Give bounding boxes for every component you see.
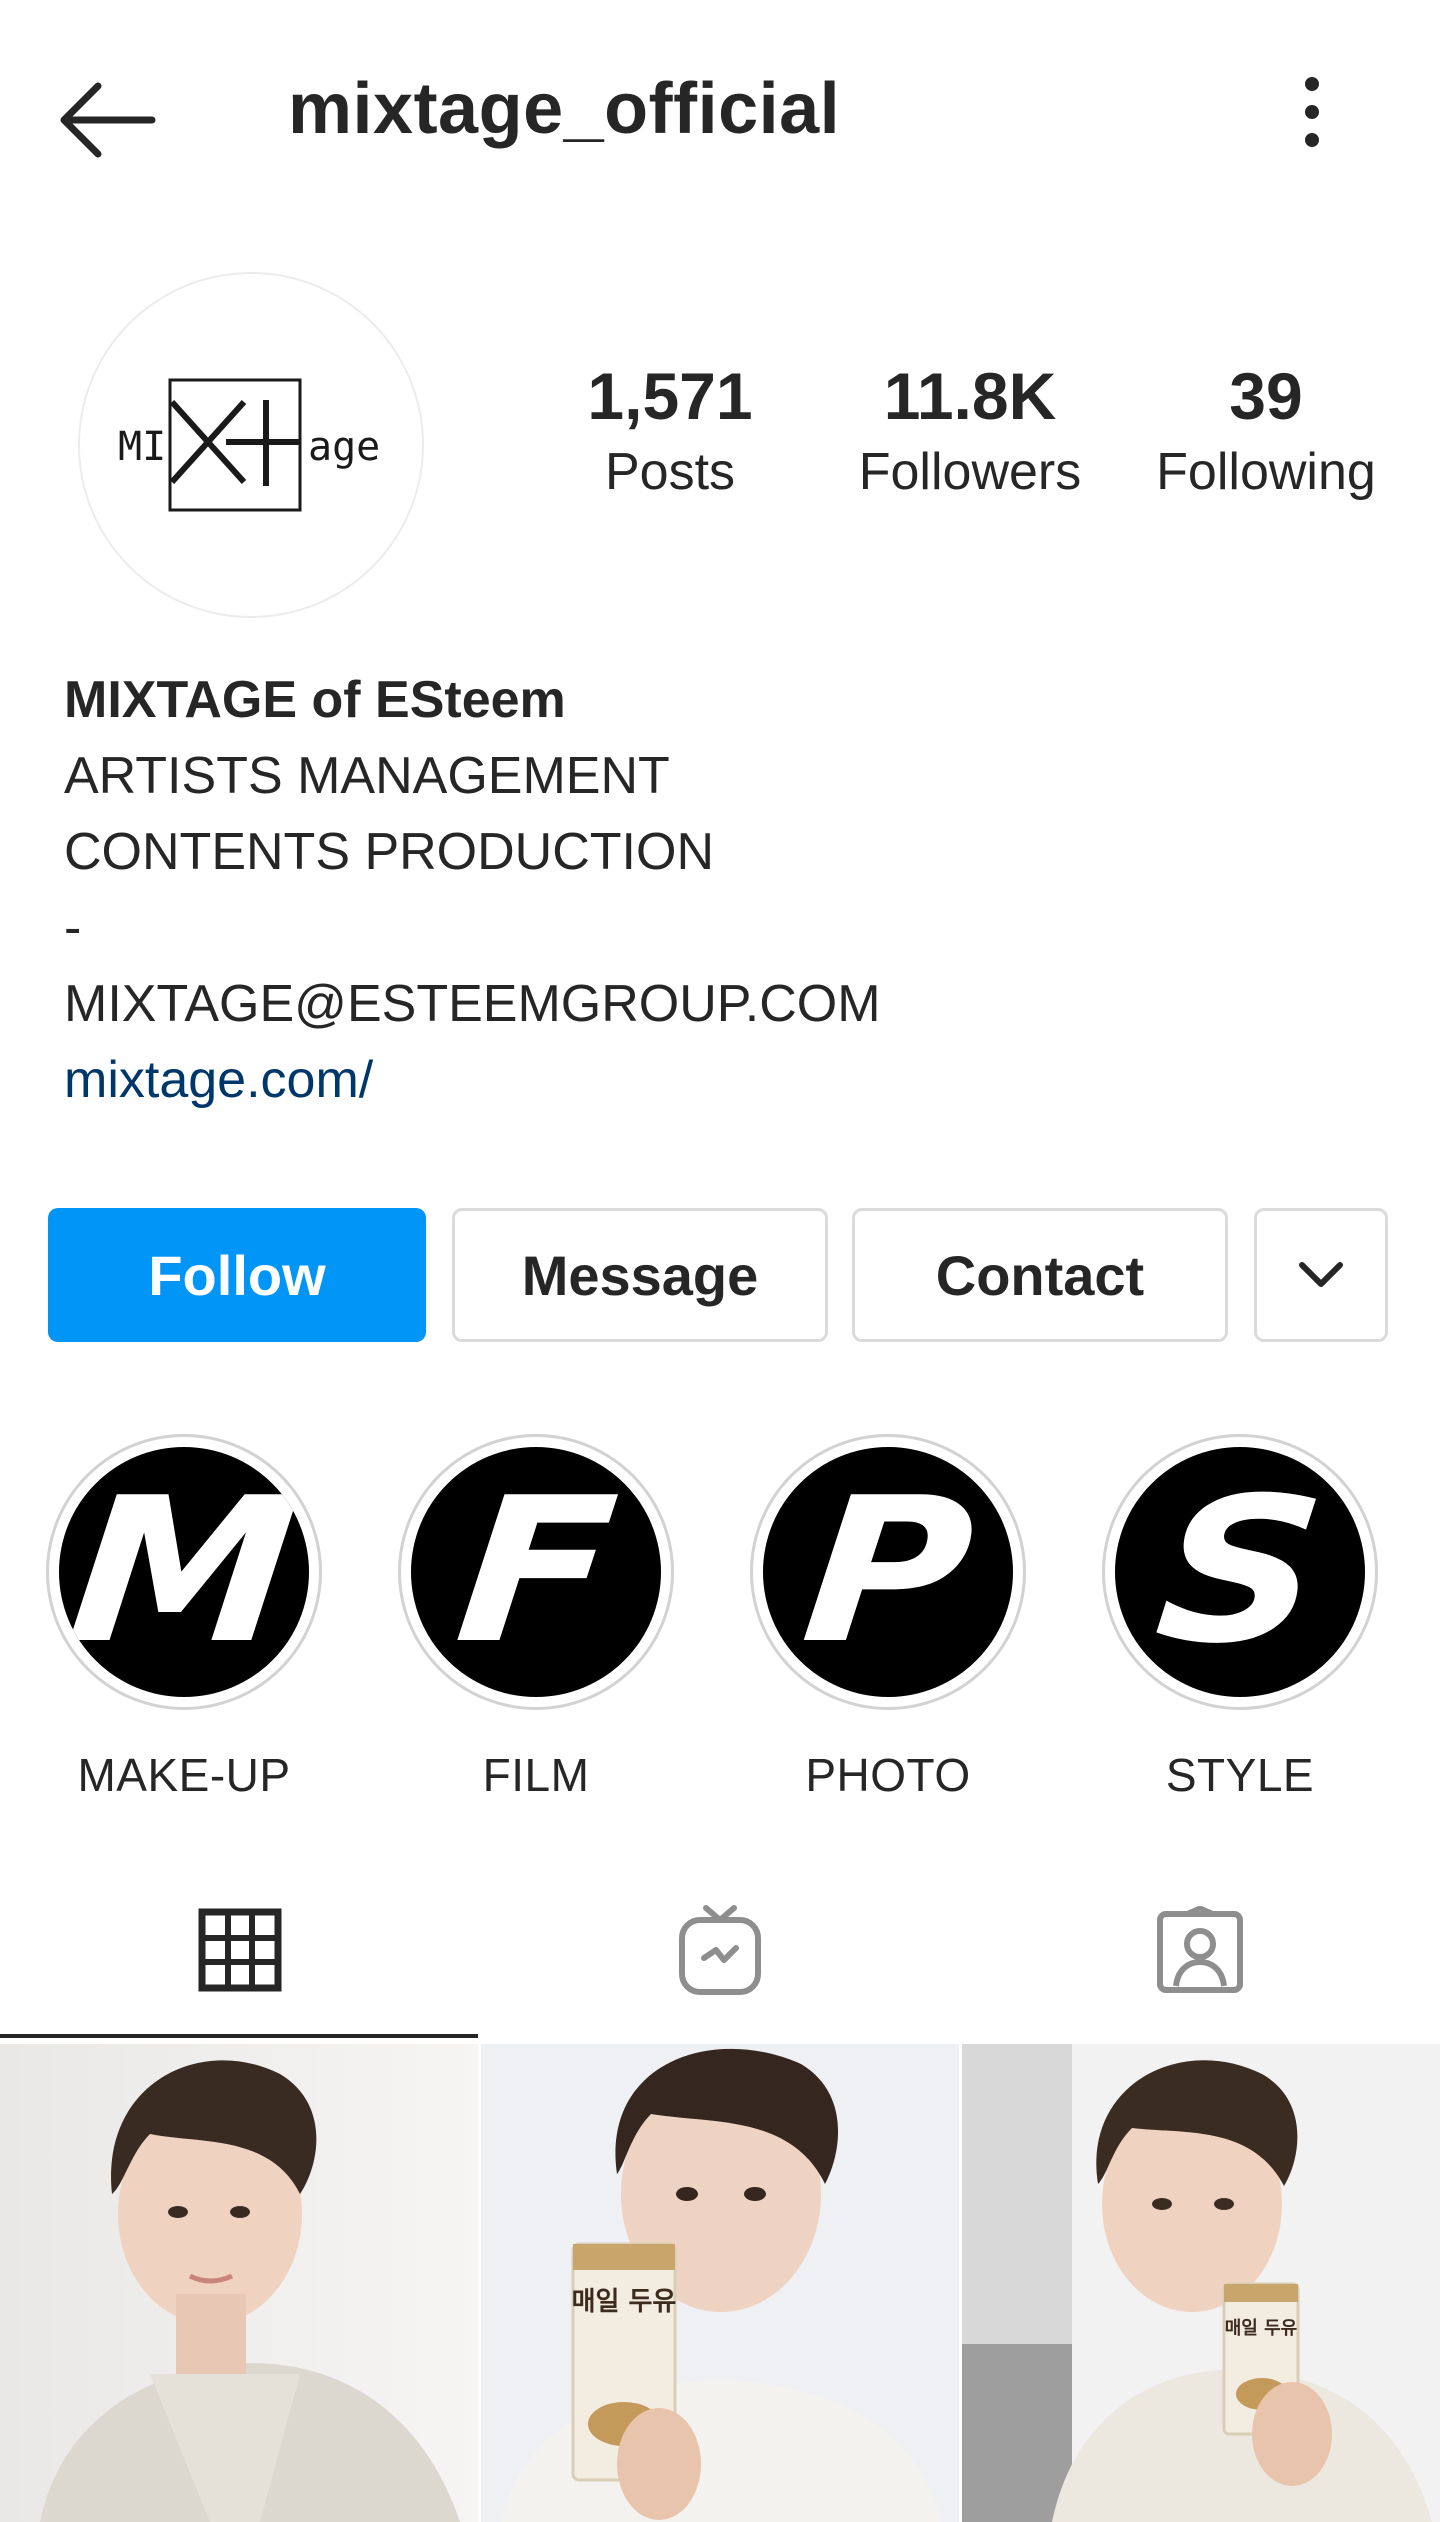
- logo-text-right: age: [308, 424, 380, 470]
- highlight-film[interactable]: F FILM: [396, 1434, 676, 1802]
- product-label: 매일 두유: [572, 2287, 677, 2317]
- highlight-photo[interactable]: P PHOTO: [748, 1434, 1028, 1802]
- chevron-down-icon: [1299, 1262, 1343, 1287]
- profile-avatar[interactable]: MI age: [78, 272, 424, 618]
- posts-grid: 매일 두유 매일 두유: [0, 2044, 1440, 2522]
- highlight-makeup[interactable]: M MAKE-UP: [44, 1434, 324, 1802]
- profile-tabs: [0, 1860, 1440, 2040]
- active-tab-indicator: [0, 2034, 478, 2038]
- highlight-letter: F: [447, 1455, 625, 1688]
- highlight-letter: S: [1147, 1455, 1333, 1688]
- highlight-letter: P: [793, 1455, 983, 1688]
- logo-text-left: MI: [118, 424, 166, 470]
- highlight-cover: P: [763, 1447, 1013, 1697]
- bio-website-link[interactable]: mixtage.com/: [64, 1042, 1364, 1118]
- highlight-cover: S: [1115, 1447, 1365, 1697]
- more-vertical-icon[interactable]: [1288, 72, 1336, 156]
- stat-posts-label: Posts: [604, 442, 736, 501]
- highlight-ring: P: [750, 1434, 1026, 1710]
- highlight-ring: F: [398, 1434, 674, 1710]
- tagged-user-icon: [1157, 1906, 1243, 1993]
- stat-followers-value: 11.8K: [883, 359, 1057, 433]
- post-thumbnail[interactable]: [0, 2044, 478, 2522]
- bio-line: -: [64, 899, 82, 957]
- mixtage-logo: MI age: [118, 378, 380, 512]
- tab-posts-grid[interactable]: [0, 1860, 480, 2040]
- profile-stats: 1,571 Posts 11.8K Followers 39 Following: [530, 360, 1390, 540]
- stat-following-value: 39: [1229, 359, 1303, 433]
- profile-username: mixtage_official: [288, 69, 841, 149]
- stat-followers[interactable]: 11.8K Followers: [830, 360, 1110, 507]
- stat-following[interactable]: 39 Following: [1126, 360, 1406, 507]
- highlight-label: PHOTO: [805, 1749, 971, 1801]
- highlight-cover: M: [59, 1447, 309, 1697]
- highlight-ring: M: [46, 1434, 322, 1710]
- grid-icon: [198, 1908, 282, 1992]
- tab-tagged[interactable]: [960, 1860, 1440, 2040]
- stat-posts-value: 1,571: [587, 359, 753, 433]
- top-bar: mixtage_official: [0, 0, 1440, 240]
- profile-display-name: MIXTAGE of ESteem: [64, 671, 566, 729]
- product-label: 매일 두유: [1225, 2318, 1298, 2339]
- post-image: 매일 두유: [481, 2044, 959, 2522]
- highlight-label: STYLE: [1165, 1749, 1315, 1801]
- stat-posts[interactable]: 1,571 Posts: [530, 360, 810, 507]
- highlight-ring: S: [1102, 1434, 1378, 1710]
- contact-button[interactable]: Contact: [852, 1208, 1228, 1342]
- post-thumbnail[interactable]: 매일 두유: [481, 2044, 959, 2522]
- highlight-cover: F: [411, 1447, 661, 1697]
- bio-line: CONTENTS PRODUCTION: [64, 823, 714, 881]
- follow-button[interactable]: Follow: [48, 1208, 426, 1342]
- highlight-letter: M: [60, 1455, 308, 1688]
- profile-bio: MIXTAGE of ESteem ARTISTS MANAGEMENT CON…: [64, 662, 1364, 1118]
- igtv-icon: [679, 1905, 761, 1995]
- highlight-label: MAKE-UP: [77, 1749, 291, 1801]
- suggested-accounts-button[interactable]: [1254, 1208, 1388, 1342]
- post-thumbnail[interactable]: 매일 두유: [962, 2044, 1440, 2522]
- stat-following-label: Following: [1156, 442, 1376, 501]
- post-image: [0, 2044, 478, 2522]
- stat-followers-label: Followers: [858, 442, 1082, 501]
- message-button[interactable]: Message: [452, 1208, 828, 1342]
- bio-line: ARTISTS MANAGEMENT: [64, 747, 670, 805]
- post-image: 매일 두유: [962, 2044, 1440, 2522]
- tab-igtv[interactable]: [480, 1860, 960, 2040]
- bio-email: MIXTAGE@ESTEEMGROUP.COM: [64, 975, 881, 1033]
- highlight-style[interactable]: S STYLE: [1100, 1434, 1380, 1802]
- arrow-left-icon[interactable]: [58, 80, 162, 160]
- highlight-label: FILM: [482, 1749, 590, 1801]
